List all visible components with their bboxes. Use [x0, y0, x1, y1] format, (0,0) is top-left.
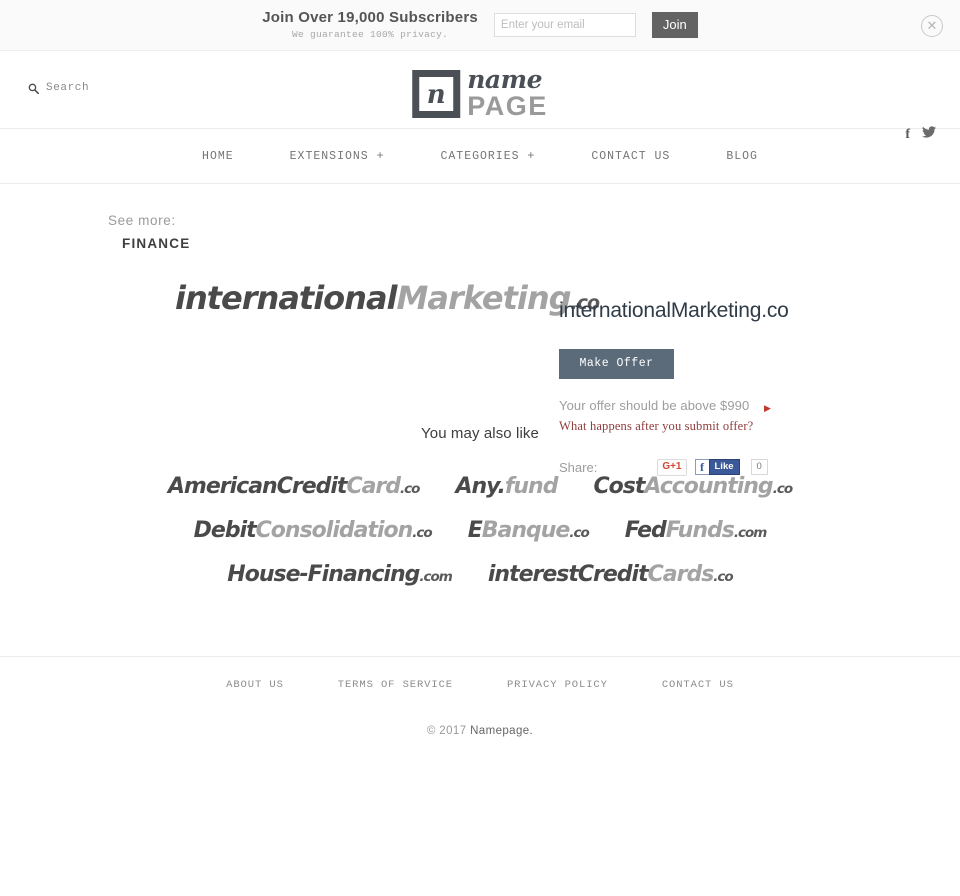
google-plus-share-button[interactable]: G+1 — [657, 458, 687, 476]
facebook-icon[interactable]: f — [905, 125, 910, 143]
related-domain-tld: .com — [419, 569, 452, 585]
twitter-icon[interactable] — [922, 125, 936, 143]
copyright-prefix: © 2017 — [426, 725, 471, 737]
nav-item-extensions[interactable]: EXTENSIONS + — [262, 150, 413, 163]
twitter-bird-icon — [922, 126, 936, 138]
see-more-block: See more: FINANCE — [0, 184, 960, 251]
offer-minimum-hint: Your offer should be above $990 ▶ — [559, 397, 774, 415]
also-like-row: AmericanCreditCard.co Any.fund CostAccou… — [0, 474, 960, 499]
join-button[interactable]: Join — [651, 12, 698, 38]
offer-panel: internationalMarketing.co Make Offer You… — [559, 299, 899, 476]
page-title: internationalMarketing.co — [559, 299, 789, 322]
logo-name-text: name — [467, 65, 542, 94]
related-domain-tld: .co — [569, 525, 589, 541]
offer-help-link[interactable]: What happens after you submit offer? — [559, 419, 899, 434]
related-domain-part1: Any. — [455, 474, 505, 499]
facebook-glyph: f — [905, 127, 910, 142]
social-links: f — [905, 125, 936, 143]
copyright-text: © 2017 Namepage. — [0, 725, 960, 737]
share-row: Share: G+1 f Like 0 — [559, 458, 899, 476]
related-domain-link[interactable]: FedFunds.com — [607, 518, 785, 543]
nav-item-categories[interactable]: CATEGORIES + — [412, 150, 563, 163]
nav-item-contact-us[interactable]: CONTACT US — [563, 150, 698, 163]
logo-page-text: PAGE — [467, 91, 548, 121]
footer-navigation: ABOUT US TERMS OF SERVICE PRIVACY POLICY… — [0, 679, 960, 691]
site-header: Search n name PAGE f — [0, 51, 960, 142]
subscribe-privacy-note: We guarantee 100% privacy. — [292, 28, 449, 40]
facebook-like-button[interactable]: f Like — [694, 459, 740, 475]
close-icon[interactable]: ✕ — [921, 15, 943, 37]
copyright-brand: Namepage. — [470, 725, 534, 737]
make-offer-button[interactable]: Make Offer — [559, 349, 674, 379]
main-content: See more: FINANCE internationalMarketing… — [0, 184, 960, 616]
nav-item-home[interactable]: HOME — [174, 150, 262, 163]
related-domain-part1: Cost — [593, 474, 645, 499]
related-domain-link[interactable]: House-Financing.com — [209, 562, 470, 587]
email-field[interactable] — [493, 13, 636, 37]
related-domain-tld: .co — [400, 481, 420, 497]
related-domain-part1: Fed — [624, 518, 667, 543]
footer-link-contact-us[interactable]: CONTACT US — [635, 679, 761, 691]
also-like-row: House-Financing.com interestCreditCards.… — [0, 562, 960, 587]
site-logo[interactable]: n name PAGE — [412, 67, 548, 120]
related-domain-part2: Card — [346, 474, 401, 499]
related-domain-tld: .com — [733, 525, 767, 541]
subscribe-copy: Join Over 19,000 Subscribers We guarante… — [262, 10, 478, 40]
share-label: Share: — [559, 459, 598, 475]
related-domain-part2: fund — [504, 474, 559, 499]
subscribe-headline: Join Over 19,000 Subscribers — [262, 9, 478, 27]
logo-text: name PAGE — [467, 67, 548, 120]
search-button[interactable]: Search — [28, 82, 89, 94]
see-more-label: See more: — [108, 213, 176, 228]
related-domain-part1: E — [467, 518, 483, 543]
related-domain-part2: Consolidation — [255, 518, 414, 543]
search-icon — [28, 83, 39, 94]
related-domain-link[interactable]: AmericanCreditCard.co — [150, 474, 438, 499]
footer-link-privacy-policy[interactable]: PRIVACY POLICY — [480, 679, 635, 691]
also-like-row: DebitConsolidation.co EBanque.co FedFund… — [0, 518, 960, 543]
right-arrow-icon: ▶ — [764, 403, 772, 413]
related-domain-link[interactable]: DebitConsolidation.co — [176, 518, 450, 543]
facebook-like-f-icon: f — [694, 459, 709, 475]
facebook-like-count: 0 — [750, 459, 768, 475]
main-navigation: HOME EXTENSIONS + CATEGORIES + CONTACT U… — [0, 129, 960, 184]
related-domain-link[interactable]: Any.fund — [437, 474, 575, 499]
related-domain-part2: Funds — [665, 518, 735, 543]
logo-mark-glyph: n — [426, 79, 446, 110]
related-domain-tld: .co — [412, 525, 432, 541]
related-domain-link[interactable]: CostAccounting.co — [575, 474, 810, 499]
related-domain-part2: Banque — [481, 518, 571, 543]
hero-domain-part2: Marketing — [396, 279, 572, 317]
search-label: Search — [46, 82, 90, 94]
facebook-like-label: Like — [708, 459, 740, 475]
related-domain-part1: interestCredit — [487, 562, 649, 587]
nav-item-blog[interactable]: BLOG — [698, 150, 786, 163]
related-domain-part1: AmericanCredit — [167, 474, 348, 499]
related-domain-link[interactable]: EBanque.co — [450, 518, 607, 543]
category-link-finance[interactable]: FINANCE — [122, 236, 960, 251]
related-domain-link[interactable]: interestCreditCards.co — [470, 562, 751, 587]
subscribe-bar-inner: Join Over 19,000 Subscribers We guarante… — [262, 10, 698, 40]
related-domain-part2: Cards — [647, 562, 715, 587]
related-domain-part1: Debit — [193, 518, 257, 543]
hero-domain-part1: international — [175, 279, 397, 317]
related-domain-part1: House-Financing — [227, 562, 420, 587]
offer-minimum-text: Your offer should be above $990 — [559, 398, 750, 413]
site-footer: ABOUT US TERMS OF SERVICE PRIVACY POLICY… — [0, 656, 960, 737]
related-domain-tld: .co — [772, 481, 793, 497]
footer-link-about-us[interactable]: ABOUT US — [199, 679, 311, 691]
footer-link-terms-of-service[interactable]: TERMS OF SERVICE — [311, 679, 480, 691]
subscribe-bar: Join Over 19,000 Subscribers We guarante… — [0, 0, 960, 51]
related-domain-part2: Accounting — [644, 474, 773, 499]
related-domain-tld: .co — [713, 569, 733, 585]
logo-mark-icon: n — [412, 69, 461, 118]
